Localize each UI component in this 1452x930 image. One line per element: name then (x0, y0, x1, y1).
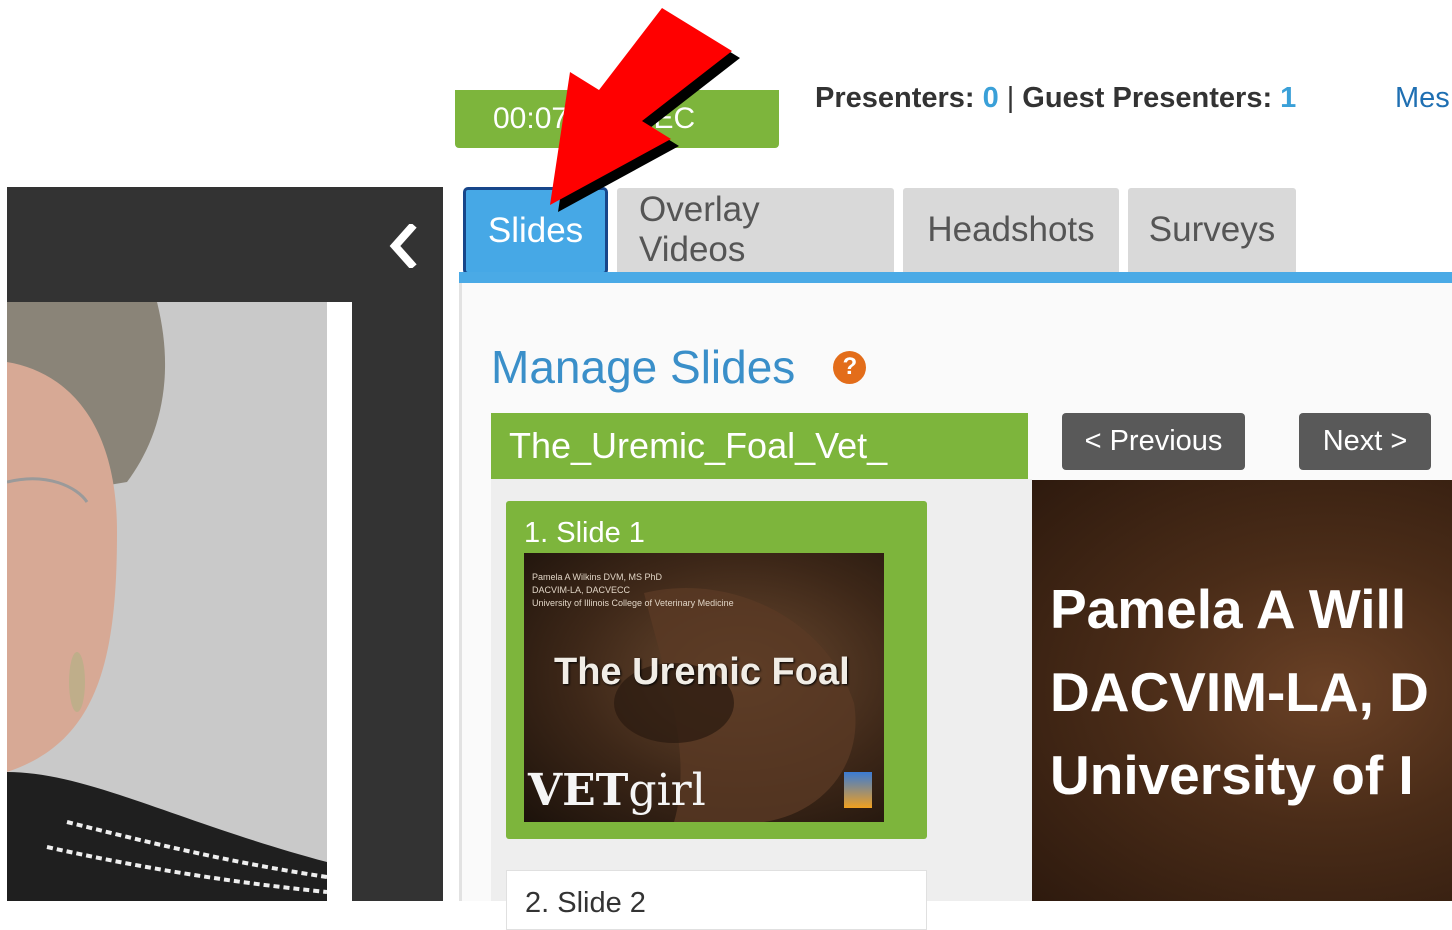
tab-headshots[interactable]: Headshots (903, 188, 1119, 272)
tab-slides[interactable]: Slides (463, 187, 608, 275)
tab-overlay-videos[interactable]: Overlay Videos (617, 188, 894, 272)
deck-name[interactable]: The_Uremic_Foal_Vet_ (491, 413, 1028, 479)
slide-item-1[interactable]: 1. Slide 1 Pamela A Wilkins DVM, MS PhD … (506, 501, 927, 839)
university-logo-icon (844, 772, 872, 808)
slide-item-2[interactable]: 2. Slide 2 (506, 870, 927, 930)
brand-rest: girl (628, 765, 706, 816)
previous-button[interactable]: < Previous (1062, 413, 1245, 470)
help-icon[interactable]: ? (833, 350, 867, 384)
preview-line: DACVIM-LA, D (1050, 661, 1429, 723)
collapse-panel-button[interactable] (377, 220, 427, 272)
thumb-credit: Pamela A Wilkins DVM, MS PhD DACVIM-LA, … (532, 571, 734, 610)
rec-label: REC (631, 102, 696, 135)
preview-line: University of I (1050, 744, 1414, 806)
tab-underline (459, 272, 1452, 283)
presenters-label: Presenters: (815, 81, 975, 114)
vetgirl-logo: VETgirl (528, 765, 706, 816)
tab-surveys[interactable]: Surveys (1128, 188, 1296, 272)
slide-label: 1. Slide 1 (524, 517, 645, 549)
tab-bar: Slides Overlay Videos Headshots Surveys (463, 187, 1296, 275)
thumb-credit-line: DACVIM-LA, DACVECC (532, 585, 631, 595)
chevron-left-icon (389, 224, 417, 268)
thumb-credit-line: University of Illinois College of Veteri… (532, 598, 734, 608)
slide-preview: Pamela A Will DACVIM-LA, D University of… (1032, 480, 1452, 901)
separator: | (1006, 81, 1015, 114)
presenters-status: Presenters: 0 | Guest Presenters: 1 (815, 78, 1296, 118)
brand-bold: VET (528, 765, 629, 816)
guest-presenters-label: Guest Presenters: (1022, 81, 1273, 114)
page-title: Manage Slides (491, 341, 796, 393)
presenter-video (7, 302, 352, 901)
next-button[interactable]: Next > (1299, 413, 1431, 470)
thumb-credit-line: Pamela A Wilkins DVM, MS PhD (532, 572, 663, 582)
preview-text: Pamela A Will DACVIM-LA, D University of… (1050, 568, 1429, 817)
preview-line: Pamela A Will (1050, 578, 1407, 640)
slide-thumbnail: Pamela A Wilkins DVM, MS PhD DACVIM-LA, … (524, 553, 884, 822)
timer-value: 00:07:31 (493, 102, 610, 135)
presenters-count: 0 (982, 81, 999, 114)
manage-slides-heading: Manage Slides ? (491, 340, 867, 394)
presenter-headshot-image (7, 302, 352, 901)
messages-link[interactable]: Mes (1395, 78, 1450, 118)
video-panel (7, 187, 443, 901)
thumb-title: The Uremic Foal (554, 651, 850, 693)
slide-label: 2. Slide 2 (525, 887, 646, 919)
guest-presenters-count: 1 (1280, 81, 1297, 114)
recording-timer: 00:07:31 REC (455, 90, 779, 148)
